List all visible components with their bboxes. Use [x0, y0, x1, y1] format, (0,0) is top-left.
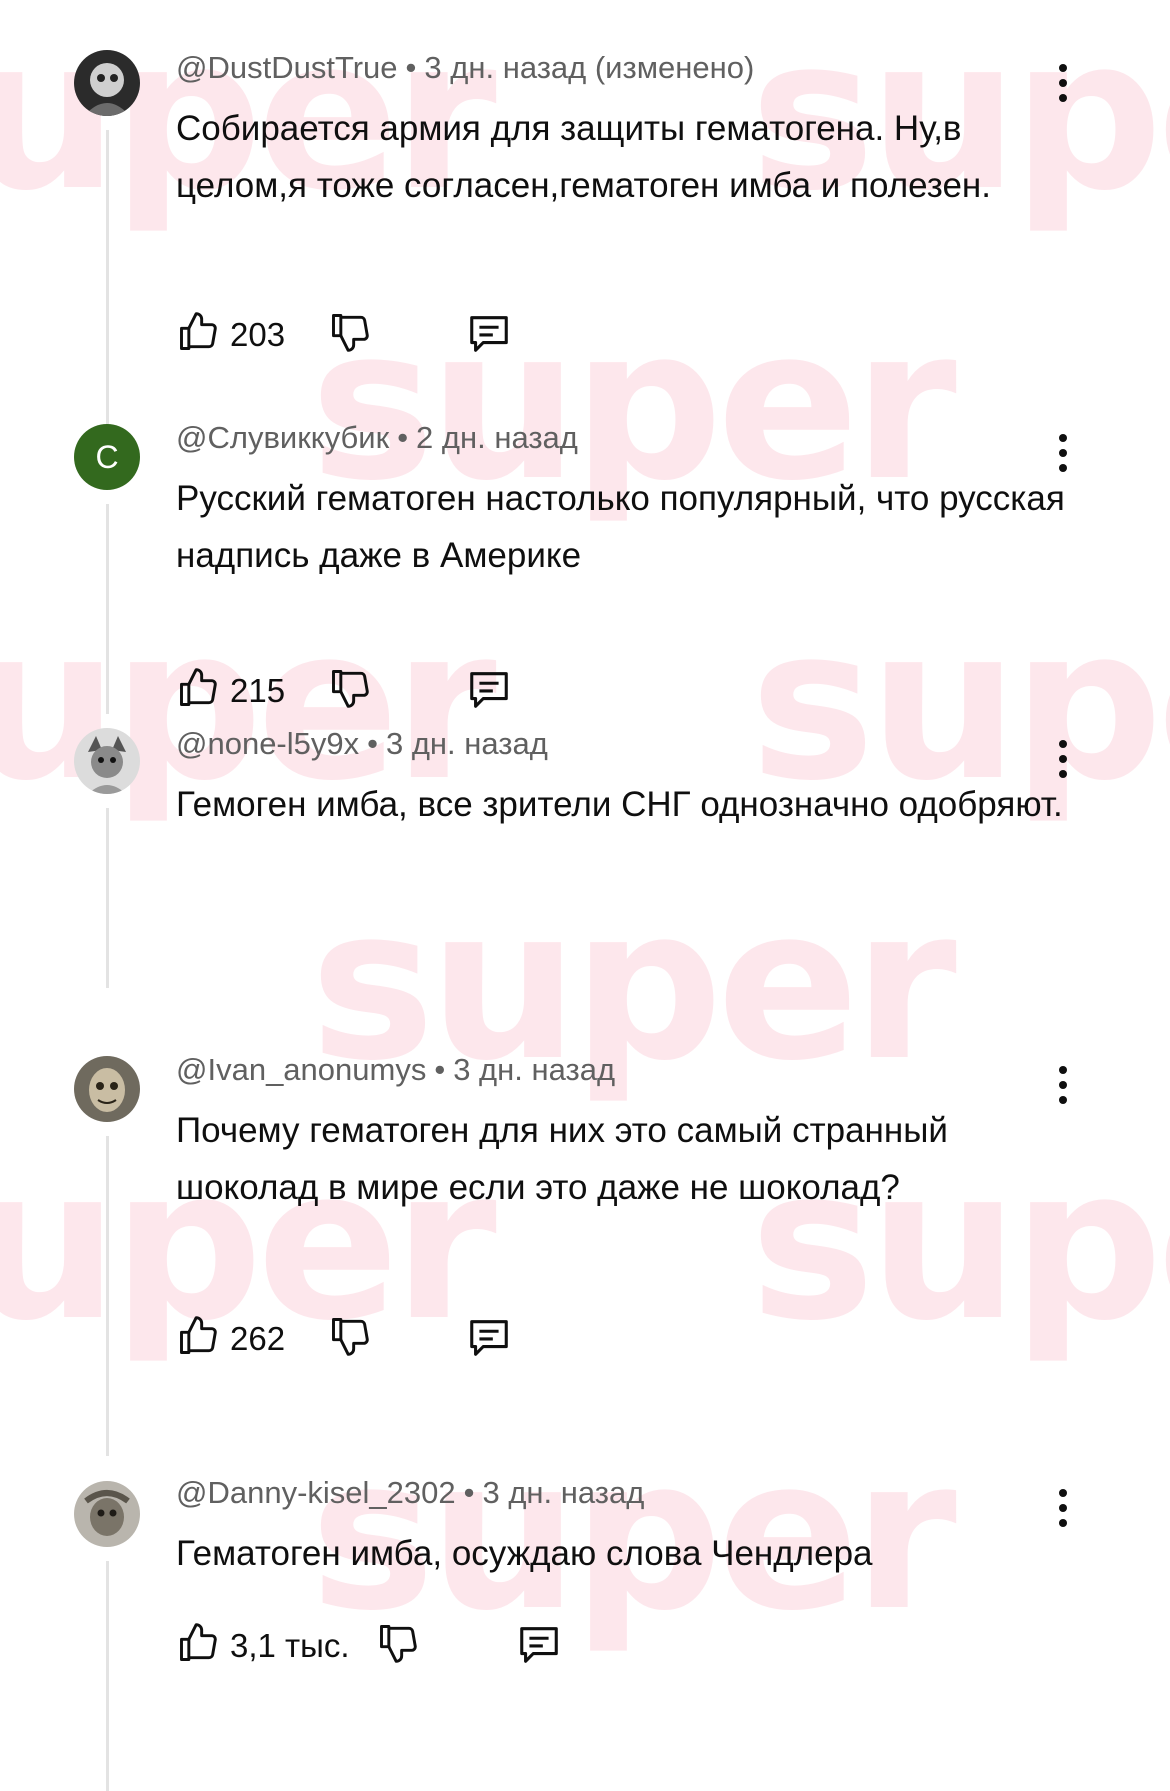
author-name[interactable]: @Ivan_anonumys	[176, 1052, 426, 1087]
reply-comment-icon[interactable]	[466, 1314, 512, 1360]
comment-text: Гемоген имба, все зрители СНГ однозначно…	[176, 785, 1063, 824]
thread-line	[106, 504, 109, 714]
comment-time: 3 дн. назад	[385, 726, 548, 761]
reply-comment-icon[interactable]	[466, 310, 512, 356]
thread-line	[106, 1561, 109, 1791]
like-count: 3,1 тыс.	[230, 1627, 350, 1664]
like-count: 203	[230, 316, 286, 353]
comment-meta: @Danny-kisel_2302 • 3 дн. назад	[176, 1475, 645, 1510]
avatar[interactable]	[74, 50, 140, 116]
thread-line	[106, 130, 109, 430]
avatar[interactable]: С	[74, 424, 140, 490]
thumbs-down-icon[interactable]	[328, 666, 372, 710]
comment-meta: @none-l5y9x • 3 дн. назад	[176, 726, 548, 761]
comment-meta: @DustDustTrue • 3 дн. назад (изменено)	[176, 50, 755, 85]
comment-text: Собирается армия для защиты гематогена. …	[176, 109, 991, 205]
comment-text: Гематоген имба, осуждаю слова Чендлера	[176, 1534, 873, 1573]
avatar[interactable]	[74, 1481, 140, 1547]
thread-line	[106, 808, 109, 988]
thumbs-up-icon[interactable]	[176, 1314, 220, 1358]
comment-meta: @Ivan_anonumys • 3 дн. назад	[176, 1052, 616, 1087]
thumbs-up-icon[interactable]	[176, 666, 220, 710]
comment-text: Русский гематоген настолько популярный, …	[176, 479, 1065, 575]
author-name[interactable]: @none-l5y9x	[176, 726, 359, 761]
thumbs-up-icon[interactable]	[176, 1621, 220, 1665]
avatar[interactable]	[74, 728, 140, 794]
thread-line	[106, 1136, 109, 1456]
comment-time: 2 дн. назад	[416, 420, 578, 455]
thumbs-up-icon[interactable]	[176, 310, 220, 354]
like-count: 215	[230, 672, 286, 709]
author-name[interactable]: @Слувиккубик	[176, 420, 389, 455]
thumbs-down-icon[interactable]	[376, 1621, 420, 1665]
author-name[interactable]: @DustDustTrue	[176, 50, 398, 85]
comment-time: 3 дн. назад	[453, 1052, 616, 1087]
author-name[interactable]: @Danny-kisel_2302	[176, 1475, 456, 1510]
comment-meta: @Слувиккубик • 2 дн. назад	[176, 420, 578, 455]
like-count: 262	[230, 1320, 286, 1357]
thumbs-down-icon[interactable]	[328, 310, 372, 354]
comment-text: Почему гематоген для них это самый стран…	[176, 1111, 948, 1207]
comment-time: 3 дн. назад	[482, 1475, 645, 1510]
thumbs-down-icon[interactable]	[328, 1314, 372, 1358]
avatar[interactable]	[74, 1056, 140, 1122]
reply-comment-icon[interactable]	[516, 1621, 562, 1667]
reply-comment-icon[interactable]	[466, 666, 512, 712]
comment-time: 3 дн. назад (изменено)	[424, 50, 755, 85]
